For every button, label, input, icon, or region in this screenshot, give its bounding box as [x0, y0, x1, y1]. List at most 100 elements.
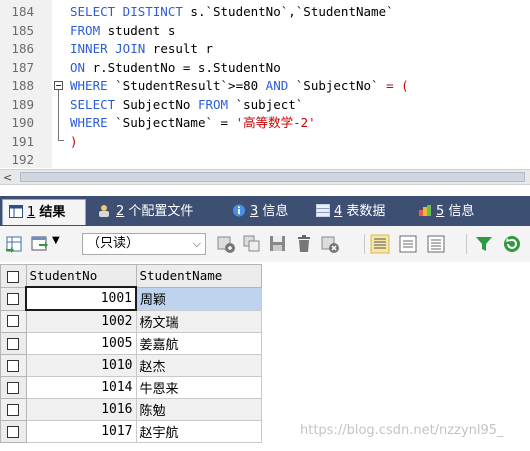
- table-row[interactable]: 1016 陈勉: [0, 398, 262, 421]
- toolbar-separator: [364, 234, 365, 254]
- row-checkbox[interactable]: [0, 286, 27, 311]
- code-token: FROM: [70, 22, 108, 38]
- line-number: 188: [11, 78, 34, 93]
- cell-studentname[interactable]: 杨文瑞: [135, 309, 262, 333]
- view-mode-dropdown-arrow-icon[interactable]: ▼: [52, 235, 60, 246]
- row-checkbox[interactable]: [0, 332, 27, 355]
- code-text[interactable]: FROM student s: [70, 21, 175, 40]
- cell-studentname[interactable]: 赵宇航: [135, 420, 262, 443]
- fold-guide-line: [58, 90, 59, 140]
- editor-horizontal-scrollbar[interactable]: <: [0, 169, 530, 185]
- tab-profile[interactable]: 2 个配置文件: [92, 199, 212, 225]
- add-row-icon[interactable]: [216, 234, 236, 254]
- sql-editor[interactable]: 184 SELECT DISTINCT s.`StudentNo`,`Studen…: [0, 0, 530, 168]
- line-number: 186: [11, 41, 34, 56]
- code-token: SELECT DISTINCT: [70, 4, 191, 19]
- code-text[interactable]: SELECT SubjectNo FROM `subject`: [70, 95, 303, 114]
- grid-view-icon[interactable]: [370, 234, 390, 254]
- code-line[interactable]: 187 ON r.StudentNo = s.StudentNo: [0, 58, 530, 77]
- column-header-studentno[interactable]: StudentNo: [25, 264, 137, 288]
- code-token: FROM: [197, 96, 236, 112]
- code-token: AND: [265, 78, 296, 93]
- code-line[interactable]: 184 SELECT DISTINCT s.`StudentNo`,`Studen…: [0, 2, 530, 21]
- code-line[interactable]: 185 FROM student s: [0, 21, 530, 40]
- cell-studentno[interactable]: 1017: [25, 420, 137, 443]
- row-checkbox[interactable]: [0, 376, 27, 399]
- read-only-mode-select[interactable]: （只读） ⌵: [82, 233, 206, 255]
- fold-guide-end: [58, 140, 64, 141]
- code-token: = (: [386, 78, 409, 93]
- scroll-left-arrow-icon[interactable]: <: [3, 171, 12, 184]
- code-token: INNER JOIN: [70, 41, 153, 56]
- cell-studentno[interactable]: 1005: [25, 332, 137, 355]
- code-token: '高等数学-2': [235, 115, 316, 130]
- cell-studentno[interactable]: 1014: [25, 376, 137, 399]
- cell-studentno[interactable]: 1016: [25, 398, 137, 421]
- select-all-checkbox[interactable]: [0, 264, 27, 288]
- code-text[interactable]: ON r.StudentNo = s.StudentNo: [70, 58, 281, 77]
- view-mode-icon[interactable]: [30, 234, 50, 254]
- code-token: `SubjectNo`: [295, 78, 387, 93]
- result-grid[interactable]: StudentNo StudentName 1001 周颖 1002 杨文瑞 1005 姜…: [0, 264, 262, 443]
- code-token: ): [70, 133, 78, 149]
- tab-table-data[interactable]: 4 表数据: [310, 199, 406, 225]
- code-text[interactable]: INNER JOIN result r: [70, 39, 213, 58]
- code-token: `SubjectName` =: [115, 115, 236, 130]
- table-row[interactable]: 1014 牛恩来: [0, 376, 262, 399]
- code-token: SELECT: [70, 96, 123, 112]
- cell-studentname[interactable]: 姜嘉航: [135, 332, 262, 355]
- column-header-studentname[interactable]: StudentName: [135, 264, 262, 288]
- form-view-icon[interactable]: [398, 234, 418, 254]
- code-line[interactable]: 190 WHERE `SubjectName` = '高等数学-2': [0, 113, 530, 132]
- cell-studentname[interactable]: 周颖: [135, 286, 262, 311]
- table-row[interactable]: 1001 周颖: [0, 286, 262, 311]
- refresh-icon[interactable]: [502, 234, 522, 254]
- code-line[interactable]: 186 INNER JOIN result r: [0, 39, 530, 58]
- cell-studentname[interactable]: 陈勉: [135, 398, 262, 421]
- row-checkbox[interactable]: [0, 309, 27, 333]
- table-row[interactable]: 1010 赵杰: [0, 354, 262, 377]
- scrollbar-thumb[interactable]: [20, 172, 525, 182]
- table-row[interactable]: 1005 姜嘉航: [0, 332, 262, 355]
- table-row[interactable]: 1017 赵宇航: [0, 420, 262, 443]
- cell-studentno[interactable]: 1002: [25, 309, 137, 333]
- code-text[interactable]: WHERE `StudentResult`>=80 AND `SubjectNo…: [70, 76, 409, 95]
- code-token: SubjectNo: [122, 96, 198, 112]
- code-token: r.StudentNo = s.StudentNo: [92, 59, 281, 75]
- row-checkbox[interactable]: [0, 420, 27, 443]
- discard-changes-icon[interactable]: [320, 234, 340, 254]
- cell-studentno[interactable]: 1010: [25, 354, 137, 377]
- line-number: 184: [11, 4, 34, 19]
- table-row[interactable]: 1002 杨文瑞: [0, 309, 262, 333]
- cell-studentname[interactable]: 牛恩来: [135, 376, 262, 399]
- duplicate-row-icon[interactable]: [242, 234, 262, 254]
- code-line[interactable]: 192: [0, 150, 530, 169]
- delete-icon[interactable]: [294, 234, 314, 254]
- code-token: `StudentResult`>=80: [115, 78, 266, 93]
- filter-icon[interactable]: [474, 234, 494, 254]
- code-line[interactable]: 191): [0, 132, 530, 151]
- result-toolbar: ▼ （只读） ⌵: [0, 226, 530, 262]
- code-text[interactable]: WHERE `SubjectName` = '高等数学-2': [70, 113, 316, 132]
- tab-info[interactable]: 3 信息: [226, 199, 304, 225]
- code-text[interactable]: SELECT DISTINCT s.`StudentNo`,`StudentNa…: [70, 2, 394, 21]
- export-grid-icon[interactable]: [4, 234, 24, 254]
- chevron-down-icon: ⌵: [192, 237, 201, 250]
- fold-toggle-icon[interactable]: [54, 81, 63, 90]
- text-view-icon[interactable]: [426, 234, 446, 254]
- code-line[interactable]: 188 WHERE `StudentResult`>=80 AND `Subjec…: [0, 76, 530, 95]
- row-checkbox[interactable]: [0, 354, 27, 377]
- profile-icon: [99, 205, 109, 217]
- code-text[interactable]: ): [70, 132, 78, 151]
- line-number: 185: [11, 22, 34, 38]
- tab-results[interactable]: 1 结果: [2, 199, 86, 225]
- cell-studentname[interactable]: 赵杰: [135, 354, 262, 377]
- row-checkbox[interactable]: [0, 398, 27, 421]
- cell-studentno[interactable]: 1001: [25, 286, 137, 311]
- code-line[interactable]: 189 SELECT SubjectNo FROM `subject`: [0, 95, 530, 114]
- code-token: ON: [70, 59, 93, 75]
- line-number: 192: [11, 152, 34, 167]
- save-icon[interactable]: [268, 234, 288, 254]
- tab-info-history[interactable]: 5 信息: [412, 199, 502, 225]
- watermark: https://blog.csdn.net/nzzynl95_: [300, 423, 504, 438]
